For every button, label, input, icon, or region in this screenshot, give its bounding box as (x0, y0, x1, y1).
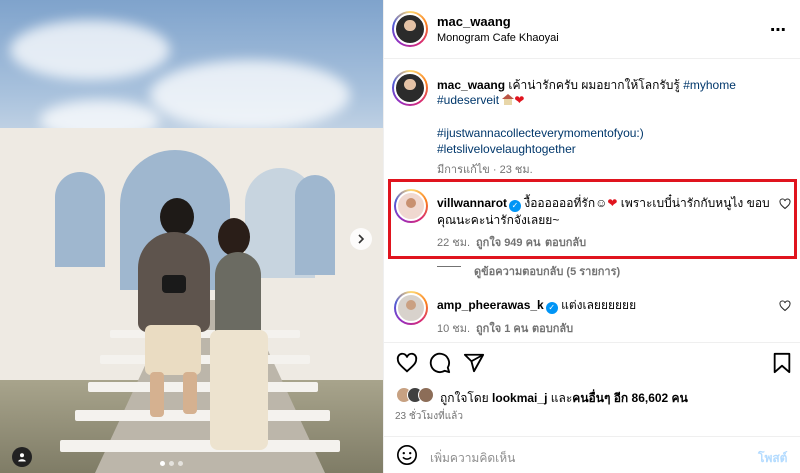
woman-top (215, 252, 261, 337)
comment-icon[interactable] (428, 351, 452, 375)
comment-line-1: amp_pheerawas_k ✓ แต่งเลยยยยยย (437, 296, 636, 315)
user-tag-icon[interactable] (12, 447, 32, 467)
camera (162, 275, 186, 293)
post-location[interactable]: Monogram Cafe Khaoyai (437, 32, 559, 44)
red-heart-emoji-icon: ❤ (514, 93, 525, 107)
more-options-icon[interactable]: ⋯ (770, 20, 787, 40)
caption-edited-time: มีการแก้ไข · 23 ชม. (437, 164, 533, 176)
view-replies-button[interactable]: ดูข้อความตอบกลับ (5 รายการ) (474, 262, 620, 280)
arch-window (295, 175, 335, 275)
avatar[interactable] (394, 189, 428, 223)
comment-username[interactable]: amp_pheerawas_k (437, 298, 544, 312)
woman-pants (210, 330, 268, 450)
emoji-icon[interactable] (395, 443, 419, 467)
stepping-stone (110, 330, 300, 338)
reply-button[interactable]: ตอบกลับ (545, 233, 586, 251)
caption-line-2: #udeserveit ❤ (437, 93, 524, 107)
replies-line (437, 266, 461, 267)
send-icon[interactable] (462, 351, 486, 375)
post-photo[interactable] (0, 0, 383, 473)
comment-likes[interactable]: ถูกใจ 949 คน (476, 233, 540, 251)
likes-others[interactable]: คนอื่นๆ อีก 86,602 คน (572, 391, 688, 405)
comment-text: เพราะเบบี๋น่ารักกับหนูไง ขอบ (620, 196, 770, 210)
avatar[interactable] (394, 291, 428, 325)
caption-text: เค้าน่ารักครับ ผมอยากให้โลกรับรู้ (508, 78, 680, 92)
likes-prefix: ถูกใจโดย (440, 391, 489, 405)
bookmark-icon[interactable] (770, 351, 794, 375)
stepping-stone (60, 440, 340, 452)
man-head (160, 198, 194, 236)
man-leg (150, 372, 164, 417)
comment-text: คุณนะคะน่ารักจังเลยย~ (437, 213, 560, 227)
hashtag-link[interactable]: #myhome (683, 78, 736, 92)
comment-time: 22 ชม. (437, 237, 471, 249)
house-emoji-icon (502, 94, 515, 105)
comment-text: งื้ออออออที่รัก (524, 196, 596, 210)
post-username[interactable]: mac_waang (437, 14, 511, 29)
stepping-stone (88, 382, 318, 392)
comment-like-heart-icon[interactable] (779, 198, 791, 213)
hashtag-link[interactable]: #udeserveit (437, 93, 499, 107)
hashtag-link[interactable]: #letslivelovelaughtogether (437, 142, 576, 156)
carousel-dots (160, 461, 183, 466)
woman-head (218, 218, 250, 256)
divider (383, 58, 800, 59)
likes-mid: และ (550, 391, 573, 405)
cloud (150, 60, 350, 130)
comment-likes[interactable]: ถูกใจ 1 คน (476, 319, 528, 337)
comment-like-heart-icon[interactable] (779, 300, 791, 315)
man-shorts (145, 325, 201, 375)
liker-avatar (418, 387, 434, 403)
red-heart-emoji-icon: ❤ (607, 196, 618, 210)
post-comment-button[interactable]: โพสต์ (758, 449, 787, 468)
caption-username[interactable]: mac_waang (437, 78, 505, 92)
stepping-stone (100, 355, 310, 364)
heart-icon[interactable] (395, 351, 419, 375)
reply-button[interactable]: ตอบกลับ (532, 319, 573, 337)
comment-input[interactable]: เพิ่มความคิดเห็น (430, 449, 515, 468)
comment-text: แต่งเลยยยยยย (561, 298, 637, 312)
cloud (10, 20, 170, 80)
post-time: 23 ชั่วโมงที่แล้ว (395, 411, 463, 422)
comment-time: 10 ชม. (437, 323, 471, 335)
verified-badge-icon: ✓ (545, 302, 558, 314)
avatar[interactable] (392, 70, 428, 106)
stepping-stone (75, 410, 330, 421)
arch-window (55, 172, 105, 267)
divider (383, 436, 800, 437)
comment-username[interactable]: villwannarot (437, 196, 507, 210)
man-leg (183, 372, 197, 414)
hashtag-link[interactable]: #ijustwannacollecteverymomentofyou:) (437, 126, 644, 140)
chevron-right-icon[interactable] (350, 228, 372, 250)
likes-summary: ถูกใจโดย lookmai_j และคนอื่นๆ อีก 86,602… (440, 389, 688, 408)
divider (383, 342, 800, 343)
liker-username[interactable]: lookmai_j (492, 391, 547, 405)
smile-emoji-icon: ☺ (595, 196, 608, 210)
avatar[interactable] (392, 11, 428, 47)
